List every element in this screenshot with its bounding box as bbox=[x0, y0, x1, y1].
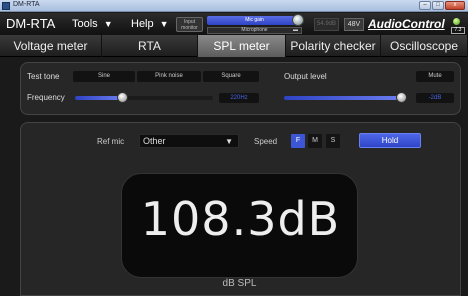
close-button[interactable]: x bbox=[445, 1, 465, 10]
hold-button[interactable]: Hold bbox=[359, 133, 421, 148]
spl-unit-label: dB SPL bbox=[222, 278, 257, 289]
battery-indicator: 7.3 bbox=[451, 27, 465, 34]
ref-mic-label: Ref mic bbox=[97, 137, 125, 146]
mic-gain-knob[interactable] bbox=[292, 14, 304, 26]
tone-pink-noise-button[interactable]: Pink noise bbox=[137, 71, 201, 82]
mic-source-value: Microphone bbox=[241, 27, 268, 33]
frequency-label: Frequency bbox=[27, 93, 65, 102]
output-level-readout: -2dB bbox=[416, 93, 454, 103]
tab-polarity-checker[interactable]: Polarity checker bbox=[286, 35, 381, 57]
ref-mic-value: Other bbox=[143, 136, 166, 146]
status-led-icon bbox=[453, 18, 460, 25]
menubar: DM-RTA Tools ▼ Help ▼ Input monitor Mic ga… bbox=[0, 13, 468, 35]
minimize-button[interactable]: – bbox=[419, 1, 431, 10]
help-menu-label: Help bbox=[131, 18, 154, 30]
app-brand: DM-RTA bbox=[6, 16, 56, 31]
frequency-knob[interactable] bbox=[117, 92, 128, 103]
test-tone-panel: Test tone Sine Pink noise Square Output … bbox=[20, 62, 461, 115]
input-level-readout: 54.9dB bbox=[314, 18, 339, 31]
mic-source-select[interactable]: Microphone ▬ bbox=[207, 27, 302, 34]
mic-gain-slider[interactable]: Mic gain bbox=[207, 16, 302, 25]
input-monitor-button[interactable]: Input monitor bbox=[176, 17, 203, 32]
tools-menu[interactable]: Tools ▼ bbox=[72, 18, 113, 30]
tab-spl-meter[interactable]: SPL meter bbox=[198, 35, 286, 57]
output-level-label: Output level bbox=[284, 72, 327, 81]
tab-bar: Voltage meter RTA SPL meter Polarity che… bbox=[0, 35, 468, 57]
tab-rta[interactable]: RTA bbox=[102, 35, 198, 57]
frequency-slider-track[interactable] bbox=[123, 96, 213, 100]
spl-display: 108.3dB bbox=[121, 173, 358, 278]
window-title: DM-RTA bbox=[13, 1, 40, 8]
frequency-readout: 220Hz bbox=[219, 93, 259, 103]
window-controls: – □ x bbox=[419, 1, 465, 10]
audiocontrol-logo: AudioControl bbox=[368, 17, 445, 31]
test-tone-label: Test tone bbox=[27, 72, 60, 81]
app-icon bbox=[2, 2, 10, 10]
tone-square-button[interactable]: Square bbox=[203, 71, 259, 82]
spl-meter-panel: Ref mic Other ▼ Speed F M S Hold 108.3dB… bbox=[20, 122, 461, 296]
maximize-button[interactable]: □ bbox=[432, 1, 444, 10]
help-menu[interactable]: Help ▼ bbox=[131, 18, 169, 30]
phantom-power-button[interactable]: 48V bbox=[344, 18, 364, 31]
tools-menu-label: Tools bbox=[72, 18, 98, 30]
speed-slow-button[interactable]: S bbox=[326, 134, 340, 148]
frequency-slider[interactable] bbox=[75, 96, 123, 100]
chevron-down-icon: ▼ bbox=[159, 19, 169, 29]
tab-voltage-meter[interactable]: Voltage meter bbox=[0, 35, 102, 57]
tone-sine-button[interactable]: Sine bbox=[73, 71, 135, 82]
speed-medium-button[interactable]: M bbox=[308, 134, 322, 148]
speed-fast-button[interactable]: F bbox=[291, 134, 305, 148]
window-titlebar: DM-RTA – □ x bbox=[0, 0, 468, 12]
speed-label: Speed bbox=[254, 137, 278, 146]
output-level-slider[interactable] bbox=[284, 96, 404, 100]
chevron-down-icon: ▬ bbox=[293, 27, 298, 33]
mute-button[interactable]: Mute bbox=[416, 71, 454, 82]
output-level-knob[interactable] bbox=[396, 92, 407, 103]
chevron-down-icon: ▼ bbox=[103, 19, 113, 29]
tab-oscilloscope[interactable]: Oscilloscope bbox=[381, 35, 468, 57]
spl-value: 108.3dB bbox=[140, 192, 341, 246]
ref-mic-select[interactable]: Other ▼ bbox=[139, 134, 239, 148]
chevron-down-icon: ▼ bbox=[225, 137, 233, 146]
